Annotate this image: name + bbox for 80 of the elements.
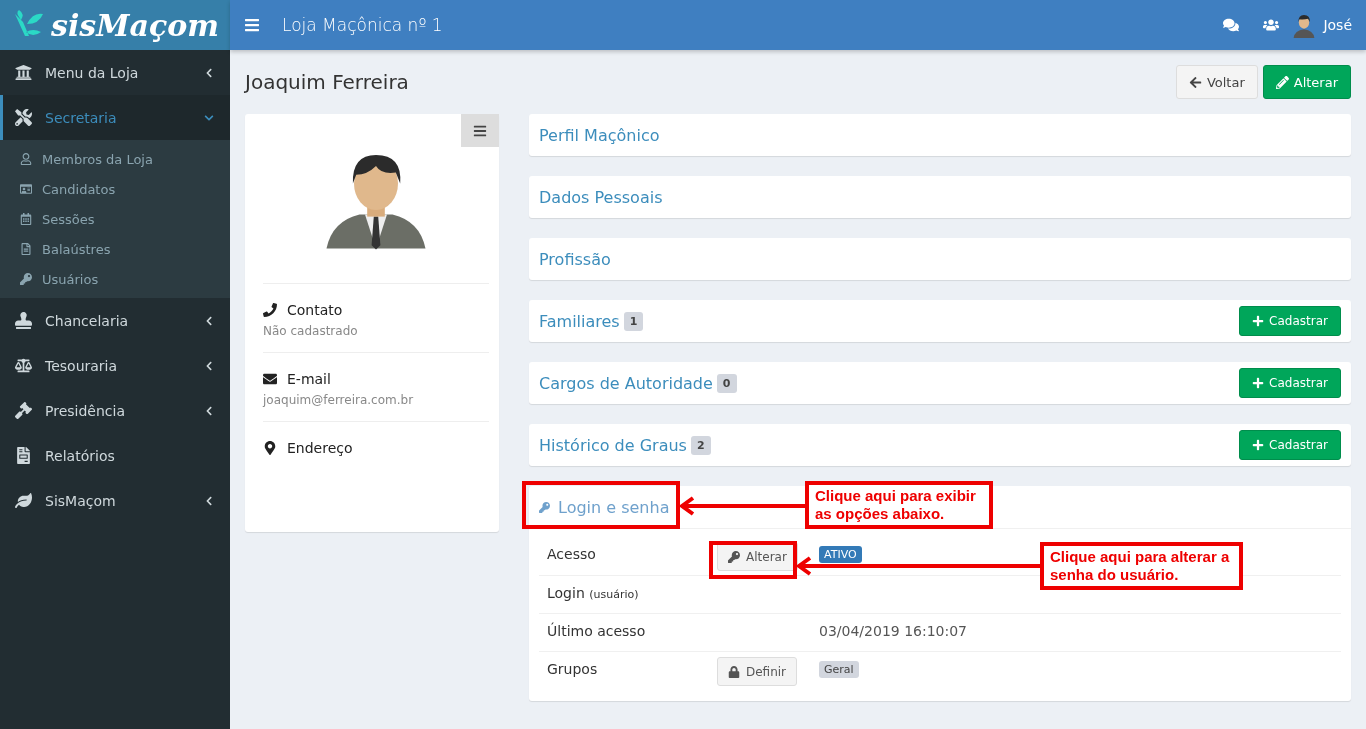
add-button[interactable]: Cadastrar bbox=[1239, 430, 1341, 460]
scale-icon bbox=[15, 357, 32, 374]
user-name[interactable]: José bbox=[1323, 17, 1352, 33]
chevron-left-icon bbox=[204, 360, 214, 371]
sidebar-item[interactable]: Chancelaria bbox=[0, 298, 230, 343]
define-groups-button[interactable]: Definir bbox=[717, 657, 798, 686]
leaf-icon bbox=[15, 492, 32, 509]
sidebar-item[interactable]: Secretaria bbox=[0, 95, 230, 140]
phone-icon bbox=[263, 303, 277, 317]
add-button[interactable]: Cadastrar bbox=[1239, 306, 1341, 336]
status-badge: ATIVO bbox=[819, 546, 862, 563]
envelope-icon bbox=[263, 372, 277, 386]
contact-value: joaquim@ferreira.com.br bbox=[263, 393, 415, 407]
count-badge: 2 bbox=[690, 435, 711, 455]
contact-label: E-mail bbox=[287, 371, 331, 387]
field-value: 03/04/2019 16:10:07 bbox=[819, 623, 969, 639]
sidebar-item[interactable]: Presidência bbox=[0, 388, 230, 433]
chevron-down-icon bbox=[204, 112, 214, 123]
field-label: Grupos bbox=[547, 661, 599, 677]
map-pin-icon bbox=[263, 441, 277, 455]
bank-icon bbox=[15, 64, 32, 81]
field-label: Último acesso bbox=[547, 623, 647, 639]
document-icon bbox=[20, 243, 32, 255]
contact-value: Não cadastrado bbox=[263, 324, 359, 338]
plus-icon bbox=[1252, 315, 1265, 327]
sidebar-item[interactable]: Menu da Loja bbox=[0, 50, 230, 95]
page-title: Joaquim Ferreira bbox=[245, 70, 409, 94]
user-icon bbox=[20, 153, 32, 165]
count-badge: 1 bbox=[623, 311, 644, 331]
plus-icon bbox=[1252, 439, 1265, 451]
pencil-icon bbox=[1275, 75, 1289, 89]
annotation-callout: Clique aqui para exibir as opções abaixo. bbox=[805, 481, 993, 529]
gavel-icon bbox=[15, 402, 32, 419]
section-title[interactable]: Cargos de Autoridade bbox=[539, 373, 713, 393]
app-logo[interactable]: sisMaçom bbox=[0, 0, 230, 50]
menu-button[interactable] bbox=[461, 114, 499, 147]
key-icon bbox=[539, 501, 550, 513]
group-tag: Geral bbox=[819, 661, 859, 678]
field-label: Acesso bbox=[547, 546, 597, 562]
chat-icon[interactable] bbox=[1223, 17, 1240, 33]
submenu-item[interactable]: Sessões bbox=[0, 204, 230, 234]
document-icon bbox=[15, 447, 32, 464]
stamp-icon bbox=[15, 312, 32, 329]
submenu-item[interactable]: Candidatos bbox=[0, 174, 230, 204]
section-title[interactable]: Familiares bbox=[539, 311, 620, 331]
submenu-item[interactable]: Balaústres bbox=[0, 234, 230, 264]
plus-icon bbox=[1252, 377, 1265, 389]
section-title[interactable]: Dados Pessoais bbox=[539, 187, 663, 207]
users-icon[interactable] bbox=[1263, 17, 1280, 33]
count-badge: 0 bbox=[716, 373, 737, 393]
tools-icon bbox=[15, 109, 32, 126]
lodge-title: Loja Maçônica nº 1 bbox=[282, 15, 444, 35]
chevron-left-icon bbox=[204, 495, 214, 506]
chevron-left-icon bbox=[204, 67, 214, 78]
chevron-left-icon bbox=[204, 405, 214, 416]
sidebar-item[interactable]: Tesouraria bbox=[0, 343, 230, 388]
field-label: Login (usuário) bbox=[547, 585, 640, 601]
sidebar-item[interactable]: Relatórios bbox=[0, 433, 230, 478]
calendar-icon bbox=[20, 213, 32, 225]
section-title[interactable]: Profissão bbox=[539, 249, 611, 269]
annotation-callout: Clique aqui para alterar a senha do usuário. bbox=[1040, 542, 1243, 590]
sidebar-item[interactable]: SisMaçom bbox=[0, 478, 230, 523]
chevron-left-icon bbox=[204, 315, 214, 326]
menu-icon[interactable] bbox=[244, 17, 260, 33]
contact-label: Contato bbox=[287, 302, 343, 318]
id-card-icon bbox=[20, 183, 32, 195]
key-icon bbox=[728, 550, 740, 563]
submenu-item[interactable]: Usuários bbox=[0, 264, 230, 294]
key-icon bbox=[20, 273, 32, 285]
lock-icon bbox=[728, 665, 740, 678]
menu-icon bbox=[473, 123, 487, 138]
edit-button[interactable]: Alterar bbox=[1262, 65, 1351, 99]
section-title[interactable]: Perfil Maçônico bbox=[539, 125, 660, 145]
add-button[interactable]: Cadastrar bbox=[1239, 368, 1341, 398]
arrow-left-icon bbox=[1188, 75, 1202, 89]
submenu-item[interactable]: Membros da Loja bbox=[0, 144, 230, 174]
back-button[interactable]: Voltar bbox=[1175, 65, 1258, 99]
contact-label: Endereço bbox=[287, 440, 353, 456]
section-title[interactable]: Histórico de Graus bbox=[539, 435, 687, 455]
section-title[interactable]: Login e senha bbox=[539, 497, 670, 517]
